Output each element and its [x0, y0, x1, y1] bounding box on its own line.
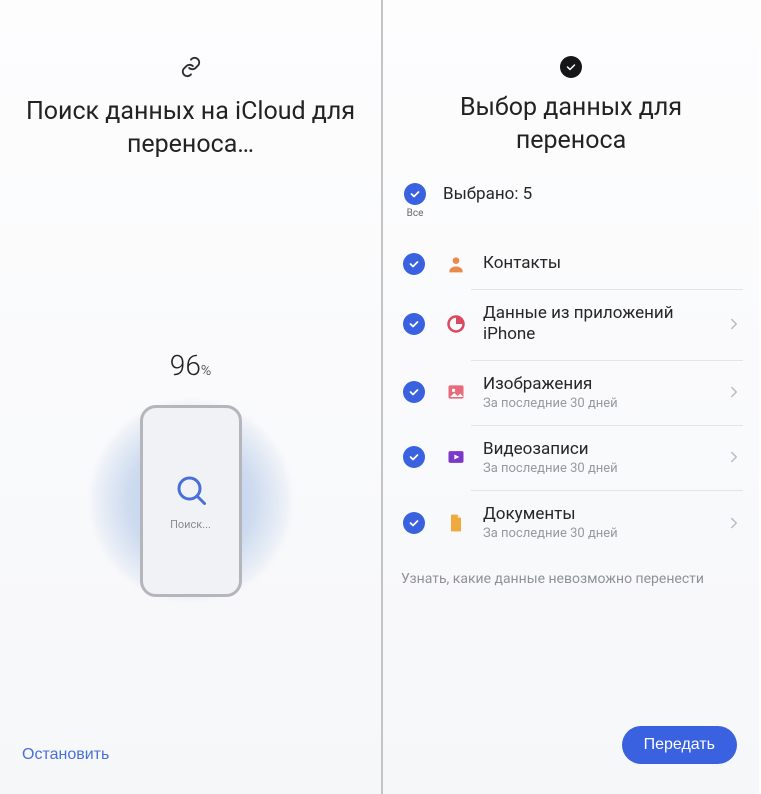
list-item[interactable]: ВидеозаписиЗа последние 30 дней: [399, 425, 743, 490]
item-text: Данные из приложений iPhone: [483, 303, 725, 346]
search-status-label: Поиск...: [170, 518, 211, 531]
item-checkbox[interactable]: [403, 381, 425, 403]
list-item[interactable]: ИзображенияЗа последние 30 дней: [399, 360, 743, 425]
progress-area: 96% Поиск...: [0, 161, 381, 794]
progress-percent: 96%: [170, 349, 211, 382]
item-label: Видеозаписи: [483, 439, 725, 460]
check-badge-icon: [560, 56, 582, 78]
link-icon: [180, 56, 202, 82]
selected-count: Выбрано: 5: [443, 184, 532, 204]
top-icon-row: [383, 0, 759, 78]
list-item[interactable]: Данные из приложений iPhone: [399, 289, 743, 360]
item-checkbox[interactable]: [403, 253, 425, 275]
item-text: ДокументыЗа последние 30 дней: [483, 504, 725, 541]
page-title: Поиск данных на iCloud для переноса…: [0, 96, 381, 161]
select-list: Все Выбрано: 5 Контакты Данные из приложе…: [383, 157, 759, 794]
progress-number: 96: [170, 349, 201, 382]
document-icon: [445, 512, 467, 534]
image-icon: [445, 381, 467, 403]
select-all-label: Все: [407, 208, 424, 219]
list-item[interactable]: ДокументыЗа последние 30 дней: [399, 490, 743, 555]
stop-button[interactable]: Остановить: [22, 746, 109, 764]
list-item[interactable]: Контакты: [399, 239, 743, 289]
item-checkbox[interactable]: [403, 446, 425, 468]
phone-frame: Поиск...: [140, 405, 242, 597]
item-sub: За последние 30 дней: [483, 461, 725, 476]
item-text: Контакты: [483, 253, 743, 274]
item-checkbox[interactable]: [403, 512, 425, 534]
item-sub: За последние 30 дней: [483, 526, 725, 541]
chevron-right-icon: [725, 514, 743, 532]
cannot-transfer-link[interactable]: Узнать, какие данные невозможно перенест…: [399, 555, 743, 587]
item-text: ВидеозаписиЗа последние 30 дней: [483, 439, 725, 476]
select-screen: Выбор данных для переноса Все Выбрано: 5…: [383, 0, 759, 794]
select-all-checkbox[interactable]: [404, 183, 426, 205]
search-icon: [173, 472, 209, 512]
chevron-right-icon: [725, 383, 743, 401]
item-sub: За последние 30 дней: [483, 396, 725, 411]
page-title: Выбор данных для переноса: [383, 92, 759, 157]
item-text: ИзображенияЗа последние 30 дней: [483, 374, 725, 411]
bottom-bar-right: Передать: [383, 708, 759, 794]
item-label: Документы: [483, 504, 725, 525]
progress-unit: %: [201, 363, 211, 379]
contact-icon: [445, 253, 467, 275]
select-all-row[interactable]: Все Выбрано: 5: [399, 183, 743, 219]
chevron-right-icon: [725, 315, 743, 333]
video-icon: [445, 446, 467, 468]
phone-illustration: Поиск...: [86, 396, 296, 606]
chevron-right-icon: [725, 448, 743, 466]
item-label: Изображения: [483, 374, 725, 395]
bottom-bar-left: Остановить: [0, 728, 381, 794]
search-screen: Поиск данных на iCloud для переноса… 96%…: [0, 0, 383, 794]
item-label: Контакты: [483, 253, 743, 274]
item-label: Данные из приложений iPhone: [483, 303, 725, 346]
appdata-icon: [445, 313, 467, 335]
transfer-button[interactable]: Передать: [622, 726, 737, 764]
item-checkbox[interactable]: [403, 313, 425, 335]
top-icon-row: [0, 0, 381, 82]
